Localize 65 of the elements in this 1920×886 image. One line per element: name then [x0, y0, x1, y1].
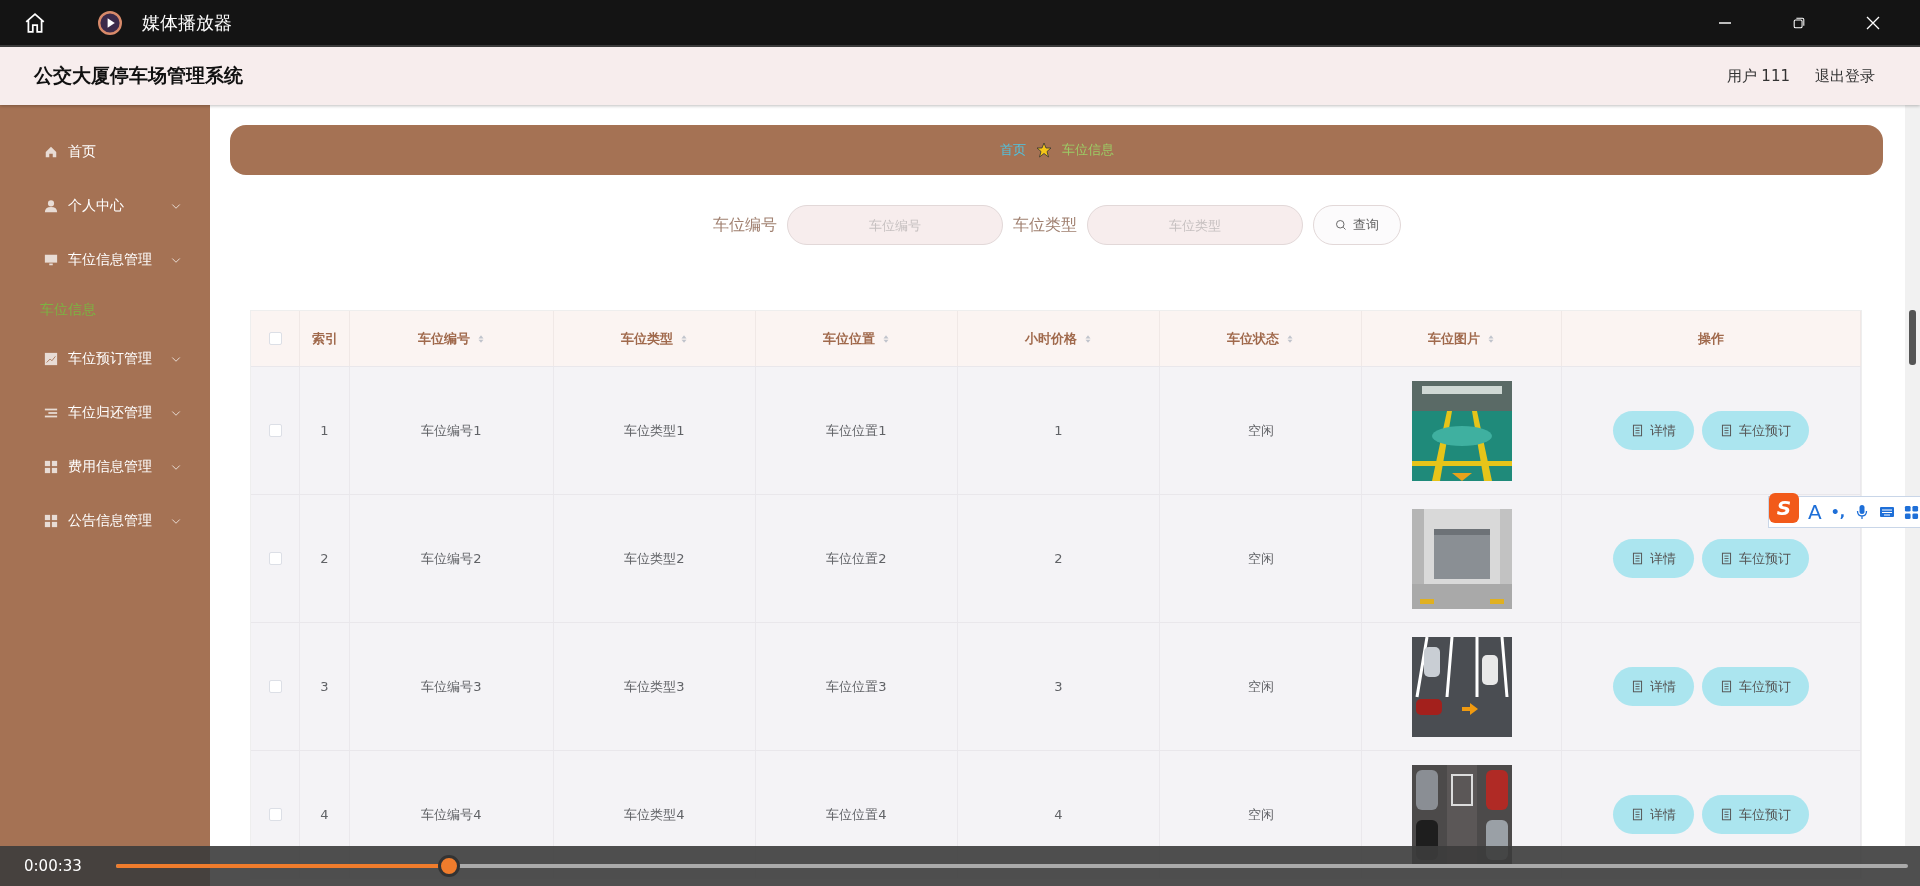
window-title: 媒体播放器: [142, 10, 232, 35]
details-button[interactable]: 详情: [1613, 795, 1694, 834]
star-icon: [1035, 142, 1052, 158]
column-header: 车位位置: [822, 329, 875, 348]
details-button[interactable]: 详情: [1613, 539, 1694, 578]
column-header: 车位类型: [620, 329, 673, 348]
reserve-button[interactable]: 车位预订: [1702, 539, 1809, 578]
sidebar-item[interactable]: 车位归还管理: [0, 386, 210, 440]
close-icon: [1865, 14, 1881, 31]
ime-logo[interactable]: S: [1769, 493, 1799, 523]
list-icon: [44, 406, 58, 420]
chart-icon: [44, 352, 58, 366]
checkbox[interactable]: [268, 680, 282, 693]
user-name: 用户 111: [1726, 66, 1790, 86]
details-button[interactable]: 详情: [1613, 411, 1694, 450]
checkbox[interactable]: [268, 808, 282, 821]
document-icon: [1631, 424, 1644, 437]
document-icon: [1720, 552, 1733, 565]
home-icon: [24, 11, 46, 34]
grid-icon: [44, 460, 58, 474]
sidebar-item[interactable]: 个人中心: [0, 179, 210, 233]
ime-punctuation[interactable]: •,: [1830, 504, 1845, 520]
checkbox[interactable]: [268, 332, 282, 345]
ime-mode[interactable]: A: [1808, 500, 1822, 524]
home-icon: [44, 145, 58, 159]
restore-icon: [1792, 15, 1806, 30]
sidebar-item[interactable]: 车位信息管理: [0, 233, 210, 287]
document-icon: [1720, 680, 1733, 693]
play-logo-icon: [98, 10, 122, 35]
column-header: 操作: [1698, 329, 1724, 348]
sidebar-item[interactable]: 公告信息管理: [0, 494, 210, 548]
field-label: 车位类型: [1012, 214, 1077, 236]
document-icon: [1720, 424, 1733, 437]
grid-icon: [44, 514, 58, 528]
search-button[interactable]: 查询: [1312, 205, 1401, 245]
sidebar-item[interactable]: 费用信息管理: [0, 440, 210, 494]
column-header: 车位图片: [1427, 329, 1480, 348]
reserve-button[interactable]: 车位预订: [1702, 411, 1809, 450]
checkbox[interactable]: [268, 424, 282, 437]
column-header: 车位状态: [1226, 329, 1279, 348]
sidebar-item[interactable]: 首页: [0, 125, 210, 179]
reserve-button[interactable]: 车位预订: [1702, 795, 1809, 834]
column-header: 车位编号: [417, 329, 470, 348]
search-icon: [1334, 219, 1347, 231]
column-header: 小时价格: [1024, 329, 1077, 348]
column-header: 索引: [311, 329, 338, 348]
playback-time: 0:00:33: [24, 857, 83, 875]
grid-icon: [1903, 504, 1919, 520]
document-icon: [1631, 552, 1644, 565]
sidebar-item[interactable]: 车位预订管理: [0, 332, 210, 386]
monitor-icon: [44, 253, 58, 267]
document-icon: [1631, 680, 1644, 693]
logout-link[interactable]: 退出登录: [1815, 66, 1875, 86]
app-title: 公交大厦停车场管理系统: [34, 63, 243, 88]
checkbox[interactable]: [268, 552, 282, 565]
scrollbar[interactable]: [1905, 105, 1920, 846]
minimize-icon: [1719, 21, 1731, 24]
seek-slider[interactable]: [116, 855, 1908, 877]
field-label: 车位编号: [712, 214, 777, 236]
details-button[interactable]: 详情: [1613, 667, 1694, 706]
reserve-button[interactable]: 车位预订: [1702, 667, 1809, 706]
keyboard-icon: [1878, 504, 1895, 520]
user-icon: [44, 199, 58, 213]
document-icon: [1720, 808, 1733, 821]
document-icon: [1631, 808, 1644, 821]
